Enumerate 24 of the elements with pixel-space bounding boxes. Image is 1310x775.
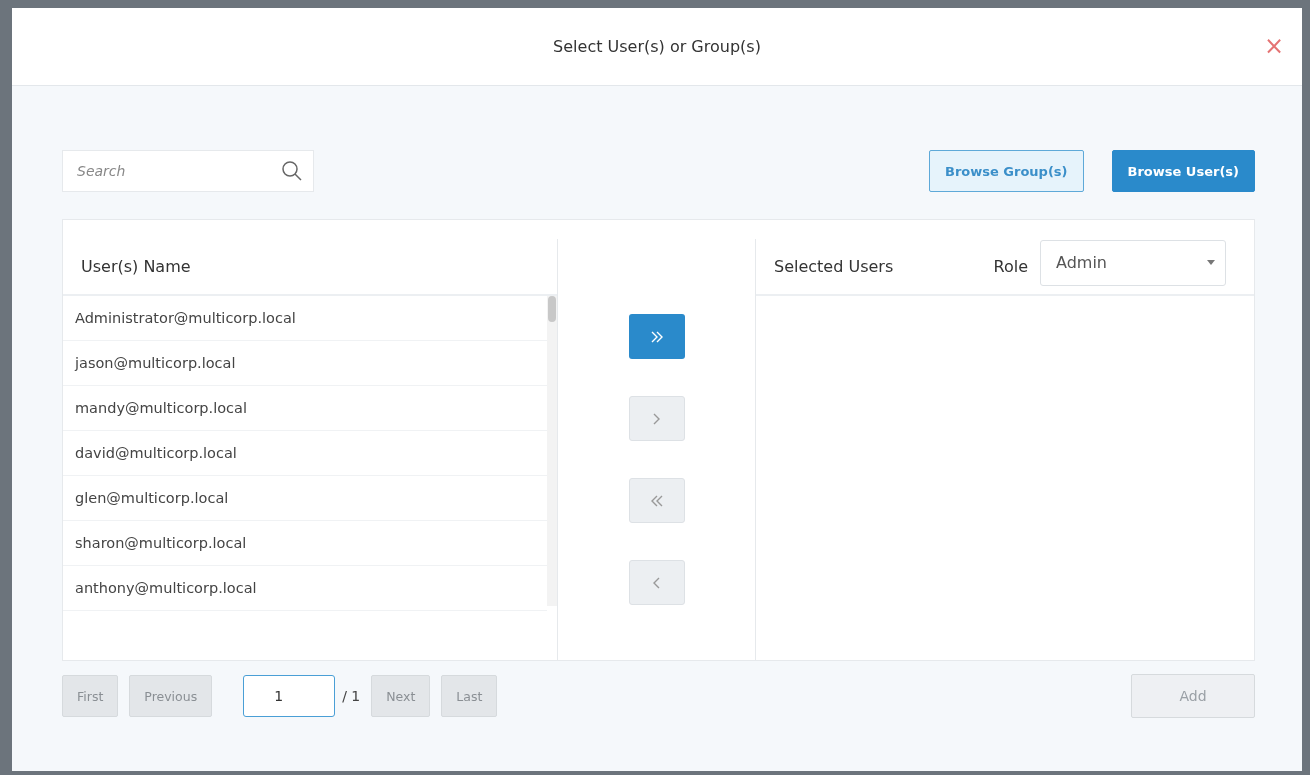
page-total: / 1 (342, 688, 361, 704)
double-chevron-left-icon (650, 494, 663, 507)
role-label: Role (993, 257, 1028, 276)
user-row[interactable]: anthony@multicorp.local (63, 566, 547, 611)
column-heading: User(s) Name (81, 257, 191, 276)
double-chevron-right-icon (650, 330, 663, 343)
search-icon (280, 159, 304, 183)
chevron-right-icon (653, 412, 660, 425)
user-row[interactable]: david@multicorp.local (63, 431, 547, 476)
user-row[interactable]: Administrator@multicorp.local (63, 296, 547, 341)
user-row[interactable]: sharon@multicorp.local (63, 521, 547, 566)
caret-icon (1207, 260, 1215, 265)
dialog-title: Select User(s) or Group(s) (553, 37, 761, 56)
column-heading: Selected Users (774, 257, 894, 276)
search-field[interactable]: Search (62, 150, 314, 192)
chevron-left-icon (653, 576, 660, 589)
role-dropdown[interactable]: Admin (1040, 239, 1226, 286)
scrollbar-thumb[interactable] (548, 296, 556, 322)
user-row[interactable]: mandy@multicorp.local (63, 386, 547, 431)
user-row[interactable]: jason@multicorp.local (63, 341, 547, 386)
browse-button[interactable]: Browse User(s) (1111, 150, 1255, 192)
user-row[interactable]: glen@multicorp.local (63, 476, 547, 521)
add-all-button[interactable] (628, 314, 685, 359)
page-input[interactable]: 1 (243, 675, 336, 717)
